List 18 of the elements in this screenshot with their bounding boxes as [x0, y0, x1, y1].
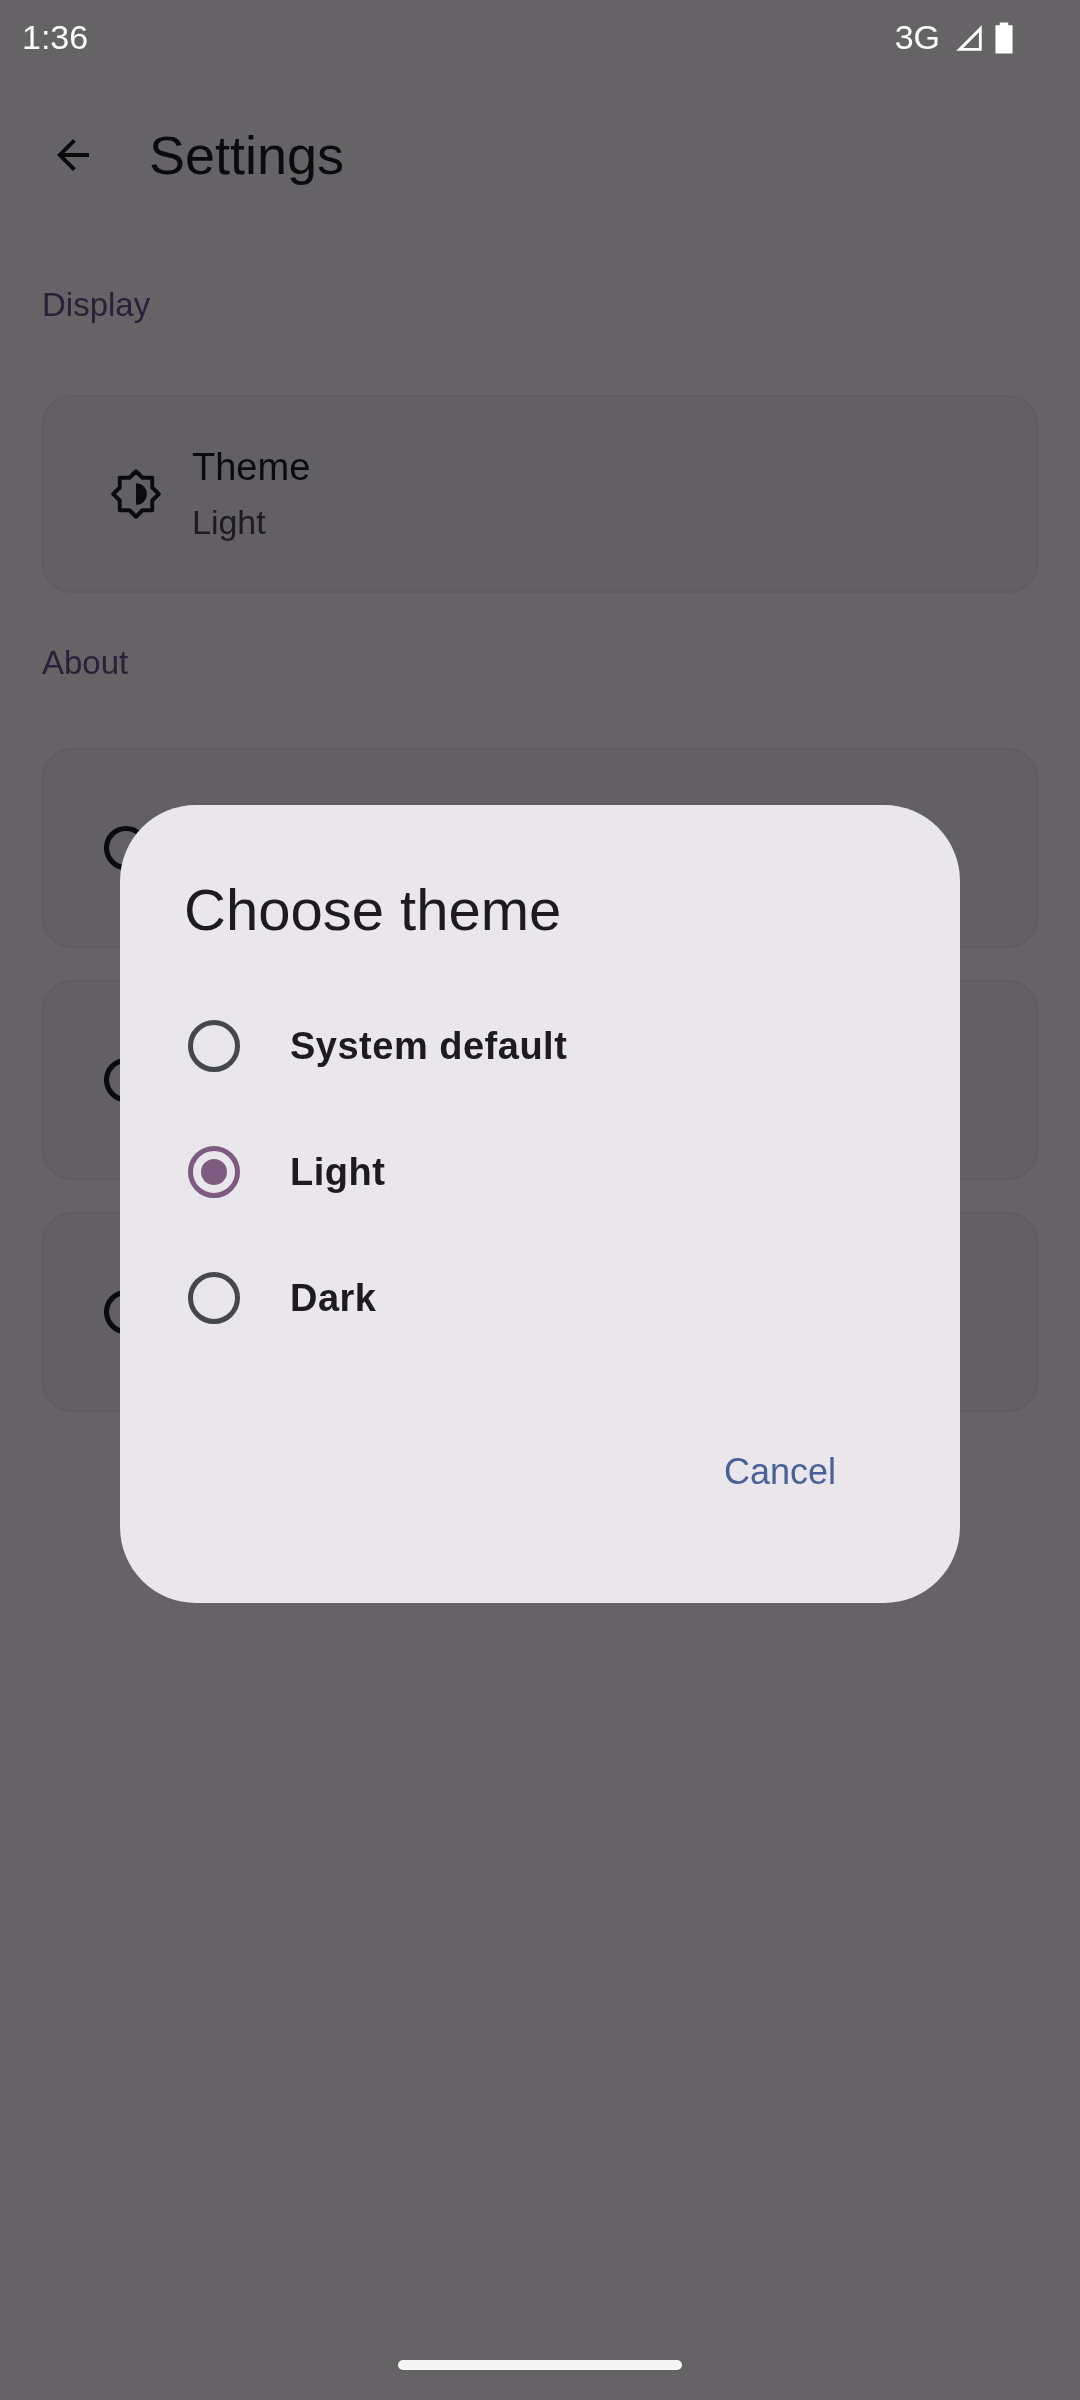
option-label: Light [290, 1150, 386, 1194]
option-label: System default [290, 1024, 568, 1068]
brightness-icon [110, 468, 162, 520]
setting-title: Theme [192, 446, 311, 489]
dialog-title: Choose theme [184, 876, 563, 944]
cancel-button[interactable]: Cancel [699, 1435, 860, 1509]
setting-value: Light [192, 503, 267, 542]
section-header: About [42, 644, 129, 682]
option-label: Dark [290, 1276, 377, 1320]
page-title: Settings [149, 124, 345, 186]
setting-card[interactable]: Theme Light [42, 395, 1038, 593]
network-type: 3G [894, 18, 940, 57]
status-time: 1:36 [22, 18, 89, 57]
radio-button[interactable] [188, 1146, 240, 1198]
section-header: Display [42, 286, 151, 324]
radio-button[interactable] [188, 1020, 240, 1072]
battery-icon [994, 20, 1014, 55]
radio-button[interactable] [188, 1272, 240, 1324]
